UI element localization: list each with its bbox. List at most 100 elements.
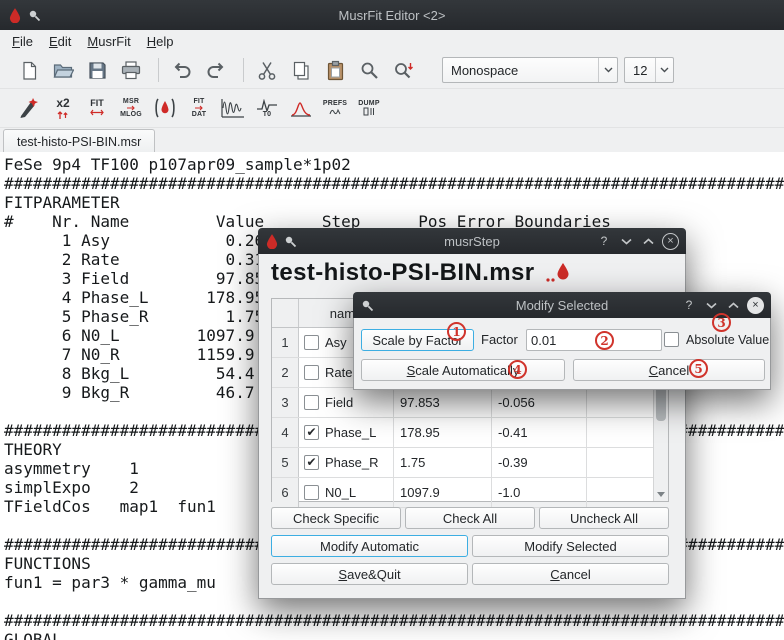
table-row[interactable]: 4 ✔Phase_L 178.95 -0.41 bbox=[272, 418, 668, 448]
modify-selected-dialog: Modify Selected ? × Scale by Factor Fact… bbox=[353, 292, 771, 390]
pin-icon bbox=[361, 299, 374, 312]
paste-button[interactable] bbox=[320, 55, 350, 85]
dump-label: DUMP bbox=[358, 100, 379, 107]
check-specific-button[interactable]: Check Specific bbox=[271, 507, 401, 529]
window-title: MusrFit Editor <2> bbox=[0, 8, 784, 23]
row-checkbox[interactable]: ✔ bbox=[304, 425, 319, 440]
msr2mlog-button[interactable]: MSR MLOG bbox=[116, 93, 146, 123]
dat-label: DAT bbox=[192, 111, 206, 118]
chevron-up-icon bbox=[643, 238, 654, 245]
cancel-button[interactable]: Cancel bbox=[472, 563, 669, 585]
find-button[interactable] bbox=[354, 55, 384, 85]
calc-chisq-button[interactable]: x2 bbox=[48, 93, 78, 123]
musrdump-button[interactable]: DUMP bbox=[354, 93, 384, 123]
musrview-button[interactable] bbox=[150, 93, 180, 123]
msr2data-button[interactable]: FIT DAT bbox=[184, 93, 214, 123]
red-up-arrows-icon bbox=[57, 109, 69, 120]
font-size-combo[interactable]: 12 bbox=[624, 57, 674, 83]
modify-titlebar[interactable]: Modify Selected ? × bbox=[353, 292, 771, 318]
musrprefs-button[interactable]: PREFS bbox=[320, 93, 350, 123]
annotation-4: 4 bbox=[508, 360, 527, 379]
absolute-value-checkbox[interactable] bbox=[664, 332, 679, 347]
cut-button[interactable] bbox=[252, 55, 282, 85]
copy-button[interactable] bbox=[286, 55, 316, 85]
musrfit-button[interactable]: FIT bbox=[82, 93, 112, 123]
help-button[interactable]: ? bbox=[681, 297, 697, 313]
save-icon bbox=[87, 60, 108, 81]
table-row[interactable]: 3 Field 97.853 -0.056 bbox=[272, 388, 668, 418]
chevron-down-icon bbox=[706, 302, 717, 309]
row-checkbox[interactable] bbox=[304, 485, 319, 500]
maximize-button[interactable] bbox=[725, 297, 741, 313]
menu-file[interactable]: File bbox=[4, 32, 41, 51]
factor-label: Factor bbox=[481, 332, 518, 347]
tab-msr-file[interactable]: test-histo-PSI-BIN.msr bbox=[3, 129, 155, 154]
scroll-down-icon[interactable] bbox=[657, 492, 665, 497]
modify-body: Scale by Factor Factor Absolute Value Sc… bbox=[353, 318, 771, 390]
plot-button[interactable] bbox=[218, 93, 248, 123]
open-file-button[interactable] bbox=[48, 55, 78, 85]
chevron-up-icon bbox=[728, 302, 739, 309]
annotation-1: 1 bbox=[447, 322, 466, 341]
row-checkbox[interactable] bbox=[304, 335, 319, 350]
help-button[interactable]: ? bbox=[596, 233, 612, 249]
close-button[interactable]: × bbox=[662, 233, 679, 250]
row-checkbox[interactable]: ✔ bbox=[304, 455, 319, 470]
size-combo-value: 12 bbox=[625, 63, 655, 78]
redo-icon bbox=[205, 60, 227, 80]
save-file-button[interactable] bbox=[82, 55, 112, 85]
cancel-button[interactable]: Cancel bbox=[573, 359, 765, 381]
chisq-icon: x2 bbox=[56, 97, 69, 109]
exit-buttons-row: Save&Quit Cancel bbox=[271, 563, 669, 585]
modify-selected-button[interactable]: Modify Selected bbox=[472, 535, 669, 557]
annotation-2: 2 bbox=[595, 331, 614, 350]
find-next-button[interactable] bbox=[388, 55, 418, 85]
undo-button[interactable] bbox=[167, 55, 197, 85]
minimize-button[interactable] bbox=[703, 297, 719, 313]
find-next-icon bbox=[393, 60, 414, 81]
table-row[interactable]: 6 N0_L 1097.9 -1.0 bbox=[272, 478, 668, 508]
font-combo-value: Monospace bbox=[443, 63, 598, 78]
row-checkbox[interactable] bbox=[304, 395, 319, 410]
row-number: 3 bbox=[272, 388, 299, 417]
redo-button[interactable] bbox=[201, 55, 231, 85]
param-name: Phase_L bbox=[325, 425, 376, 440]
param-name: Rate bbox=[325, 365, 352, 380]
maximize-button[interactable] bbox=[640, 233, 656, 249]
param-step: -0.41 bbox=[492, 418, 587, 447]
musrstep-titlebar[interactable]: musrStep ? × bbox=[258, 228, 686, 254]
chevron-down-icon bbox=[598, 58, 617, 82]
mlog-label: MLOG bbox=[120, 111, 142, 118]
param-value: 1.75 bbox=[394, 448, 492, 477]
window-controls: ? × bbox=[596, 228, 679, 254]
save-quit-button[interactable]: Save&Quit bbox=[271, 563, 468, 585]
musrft-button[interactable] bbox=[286, 93, 316, 123]
menu-help[interactable]: Help bbox=[139, 32, 182, 51]
check-buttons-row: Check Specific Check All Uncheck All bbox=[271, 507, 669, 529]
new-file-icon bbox=[19, 60, 40, 81]
check-all-button[interactable]: Check All bbox=[405, 507, 535, 529]
font-family-combo[interactable]: Monospace bbox=[442, 57, 618, 83]
factor-input[interactable] bbox=[526, 329, 662, 351]
close-button[interactable]: × bbox=[747, 297, 764, 314]
print-button[interactable] bbox=[116, 55, 146, 85]
row-number: 2 bbox=[272, 358, 299, 387]
table-row[interactable]: 5 ✔Phase_R 1.75 -0.39 bbox=[272, 448, 668, 478]
annotation-5: 5 bbox=[689, 359, 708, 378]
menu-edit[interactable]: Edit bbox=[41, 32, 79, 51]
oscillation-plot-icon bbox=[220, 97, 246, 119]
new-file-button[interactable] bbox=[14, 55, 44, 85]
modify-automatic-button[interactable]: Modify Automatic bbox=[271, 535, 468, 557]
cut-icon bbox=[257, 60, 277, 81]
undo-icon bbox=[171, 60, 193, 80]
toolbar-separator bbox=[158, 58, 159, 82]
print-icon bbox=[120, 60, 142, 81]
menu-musrfit[interactable]: MusrFit bbox=[79, 32, 138, 51]
minimize-button[interactable] bbox=[618, 233, 634, 249]
wizard-pen-icon bbox=[17, 96, 41, 120]
row-checkbox[interactable] bbox=[304, 365, 319, 380]
musrt0-button[interactable]: T0 bbox=[252, 93, 282, 123]
musrwiz-button[interactable] bbox=[14, 93, 44, 123]
uncheck-all-button[interactable]: Uncheck All bbox=[539, 507, 669, 529]
scale-automatically-button[interactable]: Scale Automatically bbox=[361, 359, 565, 381]
